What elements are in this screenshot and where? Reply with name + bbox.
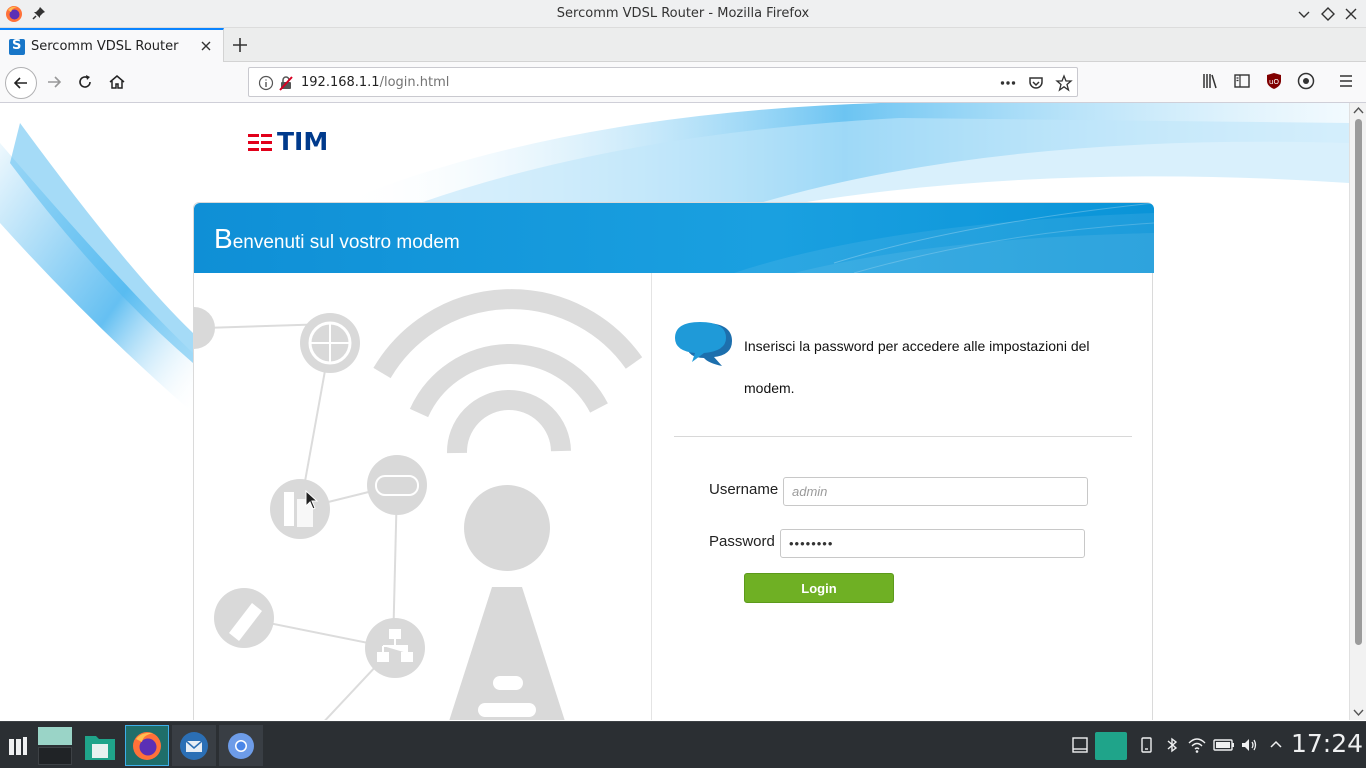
page-content: TIM Benvenuti sul vostro modem Inserisci… <box>0 103 1349 720</box>
firefox-icon <box>133 731 161 760</box>
forward-button[interactable] <box>39 67 69 97</box>
tim-logo-text: TIM <box>277 127 329 156</box>
minimize-icon[interactable] <box>1295 5 1313 23</box>
tab-sercomm-router[interactable]: Sercomm VDSL Router <box>0 28 224 62</box>
page-actions-icon[interactable] <box>999 74 1017 92</box>
form-divider <box>674 436 1132 437</box>
url-text[interactable]: 192.168.1.1/login.html <box>301 75 449 90</box>
navigation-toolbar: 192.168.1.1/login.html uO <box>0 62 1366 103</box>
library-icon[interactable] <box>1196 67 1224 95</box>
application-launcher-button[interactable] <box>0 725 36 766</box>
show-desktop-icon[interactable] <box>1071 736 1089 754</box>
pocket-icon[interactable] <box>1027 74 1045 92</box>
thunderbird-icon <box>180 731 208 760</box>
maximize-icon[interactable] <box>1319 5 1337 23</box>
intro-text: Inserisci la password per accedere alle … <box>744 338 1090 396</box>
login-button[interactable]: Login <box>744 573 894 603</box>
chromium-icon <box>228 732 254 759</box>
desktop-pager[interactable] <box>36 725 74 766</box>
card-title-rest: envenuti sul vostro modem <box>232 232 460 253</box>
wifi-icon[interactable] <box>1188 736 1206 754</box>
card-title-initial: B <box>214 223 233 254</box>
thunderbird-task-button[interactable] <box>172 725 216 766</box>
username-input[interactable] <box>783 477 1088 506</box>
insecure-lock-icon[interactable] <box>278 75 294 91</box>
url-host: 192.168.1.1 <box>301 75 380 90</box>
home-button[interactable] <box>102 67 132 97</box>
scrollbar-thumb[interactable] <box>1355 119 1362 645</box>
password-input[interactable] <box>780 529 1085 558</box>
close-tab-icon[interactable] <box>198 38 214 54</box>
tab-strip: Sercomm VDSL Router <box>0 28 1366 62</box>
pager-desktop-2[interactable] <box>38 746 72 765</box>
clock[interactable]: 17:24 <box>1291 729 1363 758</box>
new-tab-icon[interactable] <box>230 35 250 55</box>
login-form-pane: Inserisci la password per accedere alle … <box>653 273 1153 720</box>
firefox-task-button[interactable] <box>125 725 169 766</box>
account-icon[interactable] <box>1292 67 1320 95</box>
site-info-icon[interactable] <box>258 75 274 91</box>
bookmark-star-icon[interactable] <box>1055 74 1073 92</box>
hamburger-menu-icon[interactable] <box>1332 67 1360 95</box>
url-path: /login.html <box>379 75 450 90</box>
pager-desktop-1[interactable] <box>38 726 72 745</box>
file-manager-button[interactable] <box>78 725 122 766</box>
header-wave-decoration <box>734 203 1154 273</box>
network-illustration <box>194 273 652 720</box>
vertical-scrollbar[interactable] <box>1349 103 1366 720</box>
card-header: Benvenuti sul vostro modem <box>194 203 1154 273</box>
ublock-origin-icon[interactable]: uO <box>1260 67 1288 95</box>
battery-icon[interactable] <box>1213 736 1235 754</box>
password-label: Password <box>709 533 775 550</box>
network-diagram-decoration <box>194 289 643 720</box>
chat-bubbles-icon <box>675 322 732 366</box>
forward-arrow-icon <box>48 76 62 88</box>
application-launcher-icon <box>9 736 27 755</box>
volume-icon[interactable] <box>1240 736 1258 754</box>
svg-text:uO: uO <box>1269 78 1279 86</box>
back-button[interactable] <box>5 67 37 99</box>
kdeconnect-icon[interactable] <box>1138 736 1156 754</box>
file-manager-icon <box>85 735 115 760</box>
clipboard-tray-icon[interactable] <box>1095 732 1127 760</box>
sercomm-favicon-icon <box>9 38 25 55</box>
expand-tray-chevron-icon[interactable] <box>1267 736 1285 754</box>
taskbar: 17:24 <box>0 721 1366 768</box>
close-window-icon[interactable] <box>1342 5 1360 23</box>
home-icon <box>109 75 125 89</box>
mouse-cursor-icon <box>305 490 319 510</box>
card-title: Benvenuti sul vostro modem <box>214 223 460 255</box>
reload-icon <box>79 75 91 88</box>
url-bar[interactable]: 192.168.1.1/login.html <box>248 67 1078 97</box>
scroll-down-arrow-icon[interactable] <box>1353 708 1364 717</box>
bluetooth-icon[interactable] <box>1163 736 1181 754</box>
scroll-up-arrow-icon[interactable] <box>1353 106 1364 115</box>
back-arrow-icon <box>13 77 27 89</box>
chromium-task-button[interactable] <box>219 725 263 766</box>
window-titlebar: Sercomm VDSL Router - Mozilla Firefox <box>0 0 1366 28</box>
reload-button[interactable] <box>70 67 100 97</box>
tab-title: Sercomm VDSL Router <box>31 39 179 54</box>
login-card: Benvenuti sul vostro modem Inserisci la … <box>193 202 1154 720</box>
sidebar-icon[interactable] <box>1228 67 1256 95</box>
window-title: Sercomm VDSL Router - Mozilla Firefox <box>556 6 810 21</box>
username-label: Username <box>709 481 779 498</box>
